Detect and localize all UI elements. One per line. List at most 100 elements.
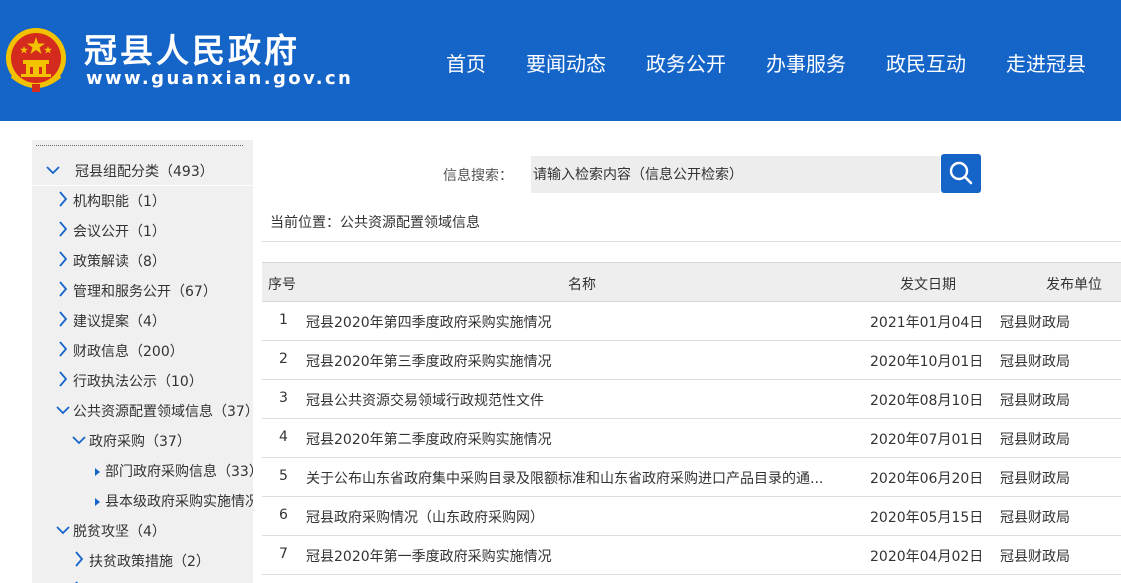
row-num: 7 [279,546,288,562]
breadcrumb: 当前位置：公共资源配置领域信息 [270,215,480,231]
sidebar-item-label: 管理和服务公开（67） [73,284,217,300]
sidebar-item-label: 政府采购（37） [89,434,191,450]
sidebar-item-policy-interpretation[interactable]: 政策解读（8） [32,246,253,276]
main-nav: 首页 要闻动态 政务公开 办事服务 政民互动 走进冠县 [0,48,1121,78]
sidebar-item-label: 会议公开（1） [73,224,166,240]
table-header: 序号 名称 发文日期 发布单位 [262,262,1121,302]
sidebar-item-poverty-policies[interactable]: 扶贫政策措施（2） [32,546,253,576]
header-title: 名称 [568,277,596,293]
nav-home[interactable]: 首页 [446,48,486,77]
chevron-right-icon [59,341,68,357]
row-date: 2020年07月01日 [870,432,984,448]
row-date: 2021年01月04日 [870,315,984,331]
row-num: 1 [279,312,288,328]
sidebar-item-poverty-alleviation[interactable]: 脱贫攻坚（4） [32,516,253,546]
row-num: 5 [279,468,288,484]
sidebar-item-finance[interactable]: 财政信息（200） [32,336,253,366]
chevron-right-icon [59,251,68,267]
sidebar-item-management-services[interactable]: 管理和服务公开（67） [32,276,253,306]
category-sidebar[interactable]: 冠县组配分类（493） 机构职能（1） 会议公开（1） 政策解读（8） 管理和服… [32,140,253,583]
table-row[interactable]: 2 冠县2020年第三季度政府采购实施情况 2020年10月01日 冠县财政局 [262,341,1121,380]
chevron-right-icon [59,311,68,327]
row-unit: 冠县财政局 [1000,354,1070,370]
row-num: 6 [279,507,288,523]
document-table: 序号 名称 发文日期 发布单位 1 冠县2020年第四季度政府采购实施情况 20… [262,262,1121,575]
sidebar-item-law-enforcement[interactable]: 行政执法公示（10） [32,366,253,396]
table-row[interactable]: 1 冠县2020年第四季度政府采购实施情况 2021年01月04日 冠县财政局 [262,302,1121,341]
row-title-link[interactable]: 冠县2020年第一季度政府采购实施情况 [306,546,552,566]
table-row[interactable]: 7 冠县2020年第一季度政府采购实施情况 2020年04月02日 冠县财政局 [262,536,1121,575]
table-row[interactable]: 3 冠县公共资源交易领域行政规范性文件 2020年08月10日 冠县财政局 [262,380,1121,419]
chevron-down-icon [56,526,70,535]
sidebar-item-label: 扶贫政策措施（2） [89,554,210,570]
bullet-icon [95,498,100,506]
chevron-right-icon [59,281,68,297]
row-title-link[interactable]: 冠县2020年第三季度政府采购实施情况 [306,351,552,371]
header-unit: 发布单位 [1046,277,1102,293]
nav-services[interactable]: 办事服务 [766,48,846,77]
header-date: 发文日期 [900,277,956,293]
sidebar-item-label: 行政执法公示（10） [73,374,203,390]
table-row[interactable]: 6 冠县政府采购情况（山东政府采购网） 2020年05月15日 冠县财政局 [262,497,1121,536]
row-unit: 冠县财政局 [1000,510,1070,526]
row-date: 2020年05月15日 [870,510,984,526]
search-label: 信息搜索： [443,168,513,184]
row-unit: 冠县财政局 [1000,393,1070,409]
row-unit: 冠县财政局 [1000,315,1070,331]
chevron-right-icon [75,551,84,567]
sidebar-item-public-resources[interactable]: 公共资源配置领域信息（37） [32,396,253,426]
row-title-link[interactable]: 关于公布山东省政府集中采购目录及限额标准和山东省政府采购进口产品目录的通... [306,468,823,488]
row-date: 2020年10月01日 [870,354,984,370]
row-unit: 冠县财政局 [1000,549,1070,565]
chevron-down-icon [72,436,86,445]
search-button[interactable] [941,154,981,193]
row-date: 2020年04月02日 [870,549,984,565]
table-row[interactable]: 4 冠县2020年第二季度政府采购实施情况 2020年07月01日 冠县财政局 [262,419,1121,458]
site-header: 冠县人民政府 www.guanxian.gov.cn 首页 要闻动态 政务公开 … [0,0,1121,121]
sidebar-item-label: 部门政府采购信息（33） [105,464,253,480]
sidebar-item-label: 公共资源配置领域信息（37） [73,404,253,420]
search-input[interactable] [531,156,940,193]
header-num: 序号 [268,277,296,293]
row-title-link[interactable]: 冠县政府采购情况（山东政府采购网） [306,507,544,527]
row-title-link[interactable]: 冠县2020年第二季度政府采购实施情况 [306,429,552,449]
chevron-right-icon [59,221,68,237]
chevron-right-icon [59,191,68,207]
sidebar-item-gov-procurement[interactable]: 政府采购（37） [32,426,253,456]
sidebar-item-label: 脱贫攻坚（4） [73,524,166,540]
nav-gov-affairs[interactable]: 政务公开 [646,48,726,77]
sidebar-item-dept-procurement[interactable]: 部门政府采购信息（33） [32,456,253,486]
row-num: 4 [279,429,288,445]
sidebar-item-all-categories[interactable]: 冠县组配分类（493） [32,156,253,186]
row-num: 3 [279,390,288,406]
sidebar-item-label: 冠县组配分类（493） [75,164,214,180]
row-date: 2020年08月10日 [870,393,984,409]
chevron-down-icon [46,166,60,175]
nav-about[interactable]: 走进冠县 [1006,48,1086,77]
divider [262,241,1121,242]
chevron-right-icon [75,581,79,583]
row-title-link[interactable]: 冠县2020年第四季度政府采购实施情况 [306,312,552,332]
row-date: 2020年06月20日 [870,471,984,487]
sidebar-item-partial[interactable] [32,576,253,583]
chevron-right-icon [59,371,68,387]
row-num: 2 [279,351,288,367]
sidebar-item-label: 政策解读（8） [73,254,166,270]
search-icon [949,161,973,185]
row-unit: 冠县财政局 [1000,432,1070,448]
sidebar-item-label: 财政信息（200） [73,344,184,360]
sidebar-item-label: 县本级政府采购实施情况 [105,494,253,510]
sidebar-item-label: 建议提案（4） [73,314,166,330]
bullet-icon [95,468,100,476]
sidebar-divider [36,145,243,146]
sidebar-item-meetings[interactable]: 会议公开（1） [32,216,253,246]
row-unit: 冠县财政局 [1000,471,1070,487]
row-title-link[interactable]: 冠县公共资源交易领域行政规范性文件 [306,390,544,410]
sidebar-item-org-functions[interactable]: 机构职能（1） [32,186,253,216]
table-row[interactable]: 5 关于公布山东省政府集中采购目录及限额标准和山东省政府采购进口产品目录的通..… [262,458,1121,497]
sidebar-item-label: 机构职能（1） [73,194,166,210]
sidebar-item-proposals[interactable]: 建议提案（4） [32,306,253,336]
sidebar-item-county-procurement[interactable]: 县本级政府采购实施情况 [32,486,253,516]
nav-interaction[interactable]: 政民互动 [886,48,966,77]
nav-news[interactable]: 要闻动态 [526,48,606,77]
